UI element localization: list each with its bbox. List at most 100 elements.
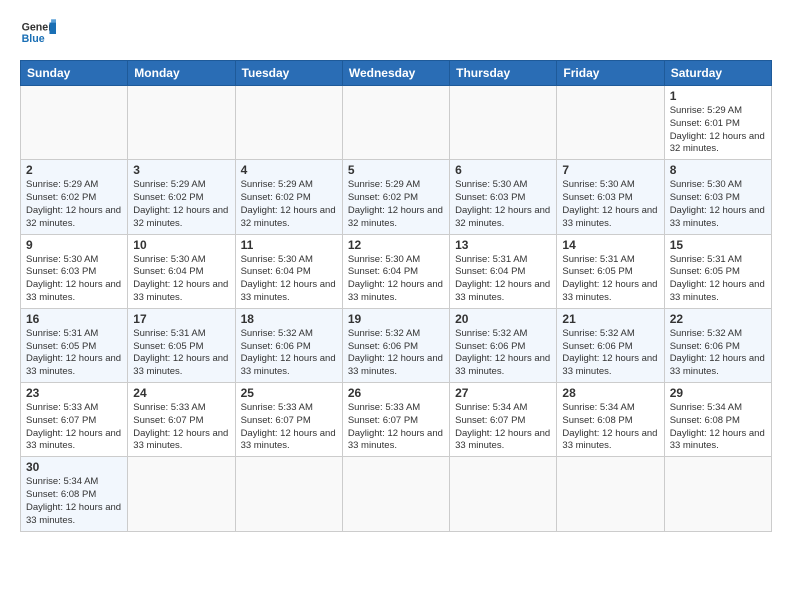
day-number: 7 xyxy=(562,163,658,177)
day-number: 21 xyxy=(562,312,658,326)
day-info: Sunrise: 5:29 AMSunset: 6:02 PMDaylight:… xyxy=(241,179,337,230)
calendar-cell: 18 Sunrise: 5:32 AMSunset: 6:06 PMDayligh… xyxy=(235,308,342,382)
calendar-cell: 19Sunrise: 5:32 AMSunset: 6:06 PMDayligh… xyxy=(342,308,449,382)
day-info: Sunrise: 5:29 AMSunset: 6:02 PMDaylight:… xyxy=(133,179,229,230)
day-number: 12 xyxy=(348,238,444,252)
week-row-1: 1 Sunrise: 5:29 AMSunset: 6:01 PMDaylight… xyxy=(21,86,772,160)
calendar-cell: 29 Sunrise: 5:34 AMSunset: 6:08 PMDayligh… xyxy=(664,383,771,457)
calendar-cell xyxy=(21,86,128,160)
calendar-cell: 4 Sunrise: 5:29 AMSunset: 6:02 PMDaylight… xyxy=(235,160,342,234)
day-number: 14 xyxy=(562,238,658,252)
calendar-cell: 2Sunrise: 5:29 AMSunset: 6:02 PMDaylight… xyxy=(21,160,128,234)
day-info: Sunrise: 5:31 AMSunset: 6:05 PMDaylight:… xyxy=(133,328,229,379)
day-info: Sunrise: 5:34 AMSunset: 6:08 PMDaylight:… xyxy=(670,402,766,453)
day-info: Sunrise: 5:30 AMSunset: 6:04 PMDaylight:… xyxy=(241,254,337,305)
svg-text:Blue: Blue xyxy=(22,33,45,45)
day-number: 30 xyxy=(26,460,122,474)
day-info: Sunrise: 5:33 AMSunset: 6:07 PMDaylight:… xyxy=(348,402,444,453)
day-number: 4 xyxy=(241,163,337,177)
weekday-header-saturday: Saturday xyxy=(664,61,771,86)
weekday-header-thursday: Thursday xyxy=(450,61,557,86)
day-number: 27 xyxy=(455,386,551,400)
day-number: 22 xyxy=(670,312,766,326)
day-info: Sunrise: 5:30 AMSunset: 6:04 PMDaylight:… xyxy=(133,254,229,305)
generalblue-logo-icon: General Blue xyxy=(20,16,56,52)
calendar-cell: 8Sunrise: 5:30 AMSunset: 6:03 PMDaylight… xyxy=(664,160,771,234)
calendar-cell xyxy=(450,457,557,531)
day-info: Sunrise: 5:30 AMSunset: 6:04 PMDaylight:… xyxy=(348,254,444,305)
calendar-cell xyxy=(342,86,449,160)
weekday-header-wednesday: Wednesday xyxy=(342,61,449,86)
day-info: Sunrise: 5:30 AMSunset: 6:03 PMDaylight:… xyxy=(455,179,551,230)
day-number: 6 xyxy=(455,163,551,177)
day-number: 10 xyxy=(133,238,229,252)
calendar-cell: 20 Sunrise: 5:32 AMSunset: 6:06 PMDayligh… xyxy=(450,308,557,382)
day-number: 24 xyxy=(133,386,229,400)
day-number: 1 xyxy=(670,89,766,103)
day-info: Sunrise: 5:34 AMSunset: 6:08 PMDaylight:… xyxy=(562,402,658,453)
day-info: Sunrise: 5:32 AMSunset: 6:06 PMDaylight:… xyxy=(241,328,337,379)
day-info: Sunrise: 5:29 AMSunset: 6:02 PMDaylight:… xyxy=(348,179,444,230)
week-row-2: 2 Sunrise: 5:29 AMSunset: 6:02 PMDaylight… xyxy=(21,160,772,234)
day-info: Sunrise: 5:32 AMSunset: 6:06 PMDaylight:… xyxy=(670,328,766,379)
week-row-6: 30 Sunrise: 5:34 AMSunset: 6:08 PMDayligh… xyxy=(21,457,772,531)
day-number: 2 xyxy=(26,163,122,177)
day-info: Sunrise: 5:31 AMSunset: 6:04 PMDaylight:… xyxy=(455,254,551,305)
day-number: 13 xyxy=(455,238,551,252)
day-info: Sunrise: 5:30 AMSunset: 6:03 PMDaylight:… xyxy=(562,179,658,230)
calendar-cell xyxy=(235,86,342,160)
day-number: 18 xyxy=(241,312,337,326)
calendar-cell: 30 Sunrise: 5:34 AMSunset: 6:08 PMDayligh… xyxy=(21,457,128,531)
day-number: 26 xyxy=(348,386,444,400)
calendar-cell xyxy=(557,457,664,531)
calendar-cell xyxy=(128,457,235,531)
day-info: Sunrise: 5:34 AMSunset: 6:08 PMDaylight:… xyxy=(26,476,122,527)
calendar-cell: 26 Sunrise: 5:33 AMSunset: 6:07 PMDayligh… xyxy=(342,383,449,457)
calendar-cell: 25 Sunrise: 5:33 AMSunset: 6:07 PMDayligh… xyxy=(235,383,342,457)
day-info: Sunrise: 5:34 AMSunset: 6:07 PMDaylight:… xyxy=(455,402,551,453)
day-number: 17 xyxy=(133,312,229,326)
calendar-cell xyxy=(664,457,771,531)
calendar-cell: 23Sunrise: 5:33 AMSunset: 6:07 PMDayligh… xyxy=(21,383,128,457)
day-number: 11 xyxy=(241,238,337,252)
day-info: Sunrise: 5:30 AMSunset: 6:03 PMDaylight:… xyxy=(26,254,122,305)
header: General Blue xyxy=(20,16,772,52)
calendar-cell: 14 Sunrise: 5:31 AMSunset: 6:05 PMDayligh… xyxy=(557,234,664,308)
calendar-cell: 27 Sunrise: 5:34 AMSunset: 6:07 PMDayligh… xyxy=(450,383,557,457)
calendar-cell: 17 Sunrise: 5:31 AMSunset: 6:05 PMDayligh… xyxy=(128,308,235,382)
day-info: Sunrise: 5:31 AMSunset: 6:05 PMDaylight:… xyxy=(670,254,766,305)
day-info: Sunrise: 5:32 AMSunset: 6:06 PMDaylight:… xyxy=(455,328,551,379)
logo: General Blue xyxy=(20,16,56,52)
calendar-cell xyxy=(342,457,449,531)
calendar-cell: 11 Sunrise: 5:30 AMSunset: 6:04 PMDayligh… xyxy=(235,234,342,308)
day-number: 19 xyxy=(348,312,444,326)
day-info: Sunrise: 5:33 AMSunset: 6:07 PMDaylight:… xyxy=(241,402,337,453)
day-number: 15 xyxy=(670,238,766,252)
day-number: 29 xyxy=(670,386,766,400)
day-number: 20 xyxy=(455,312,551,326)
day-info: Sunrise: 5:33 AMSunset: 6:07 PMDaylight:… xyxy=(26,402,122,453)
weekday-header-row: SundayMondayTuesdayWednesdayThursdayFrid… xyxy=(21,61,772,86)
calendar-cell: 22 Sunrise: 5:32 AMSunset: 6:06 PMDayligh… xyxy=(664,308,771,382)
calendar-cell: 28Sunrise: 5:34 AMSunset: 6:08 PMDayligh… xyxy=(557,383,664,457)
calendar-cell: 7 Sunrise: 5:30 AMSunset: 6:03 PMDaylight… xyxy=(557,160,664,234)
week-row-3: 9 Sunrise: 5:30 AMSunset: 6:03 PMDaylight… xyxy=(21,234,772,308)
calendar-cell: 9 Sunrise: 5:30 AMSunset: 6:03 PMDaylight… xyxy=(21,234,128,308)
weekday-header-friday: Friday xyxy=(557,61,664,86)
day-number: 25 xyxy=(241,386,337,400)
calendar-cell: 21Sunrise: 5:32 AMSunset: 6:06 PMDayligh… xyxy=(557,308,664,382)
weekday-header-monday: Monday xyxy=(128,61,235,86)
calendar-cell: 13 Sunrise: 5:31 AMSunset: 6:04 PMDayligh… xyxy=(450,234,557,308)
day-number: 16 xyxy=(26,312,122,326)
day-number: 8 xyxy=(670,163,766,177)
calendar-cell: 16 Sunrise: 5:31 AMSunset: 6:05 PMDayligh… xyxy=(21,308,128,382)
day-info: Sunrise: 5:29 AMSunset: 6:01 PMDaylight:… xyxy=(670,105,766,156)
day-info: Sunrise: 5:31 AMSunset: 6:05 PMDaylight:… xyxy=(26,328,122,379)
day-number: 9 xyxy=(26,238,122,252)
calendar-cell: 6 Sunrise: 5:30 AMSunset: 6:03 PMDaylight… xyxy=(450,160,557,234)
calendar-cell: 5Sunrise: 5:29 AMSunset: 6:02 PMDaylight… xyxy=(342,160,449,234)
day-info: Sunrise: 5:33 AMSunset: 6:07 PMDaylight:… xyxy=(133,402,229,453)
calendar-cell: 12 Sunrise: 5:30 AMSunset: 6:04 PMDayligh… xyxy=(342,234,449,308)
day-info: Sunrise: 5:31 AMSunset: 6:05 PMDaylight:… xyxy=(562,254,658,305)
weekday-header-sunday: Sunday xyxy=(21,61,128,86)
